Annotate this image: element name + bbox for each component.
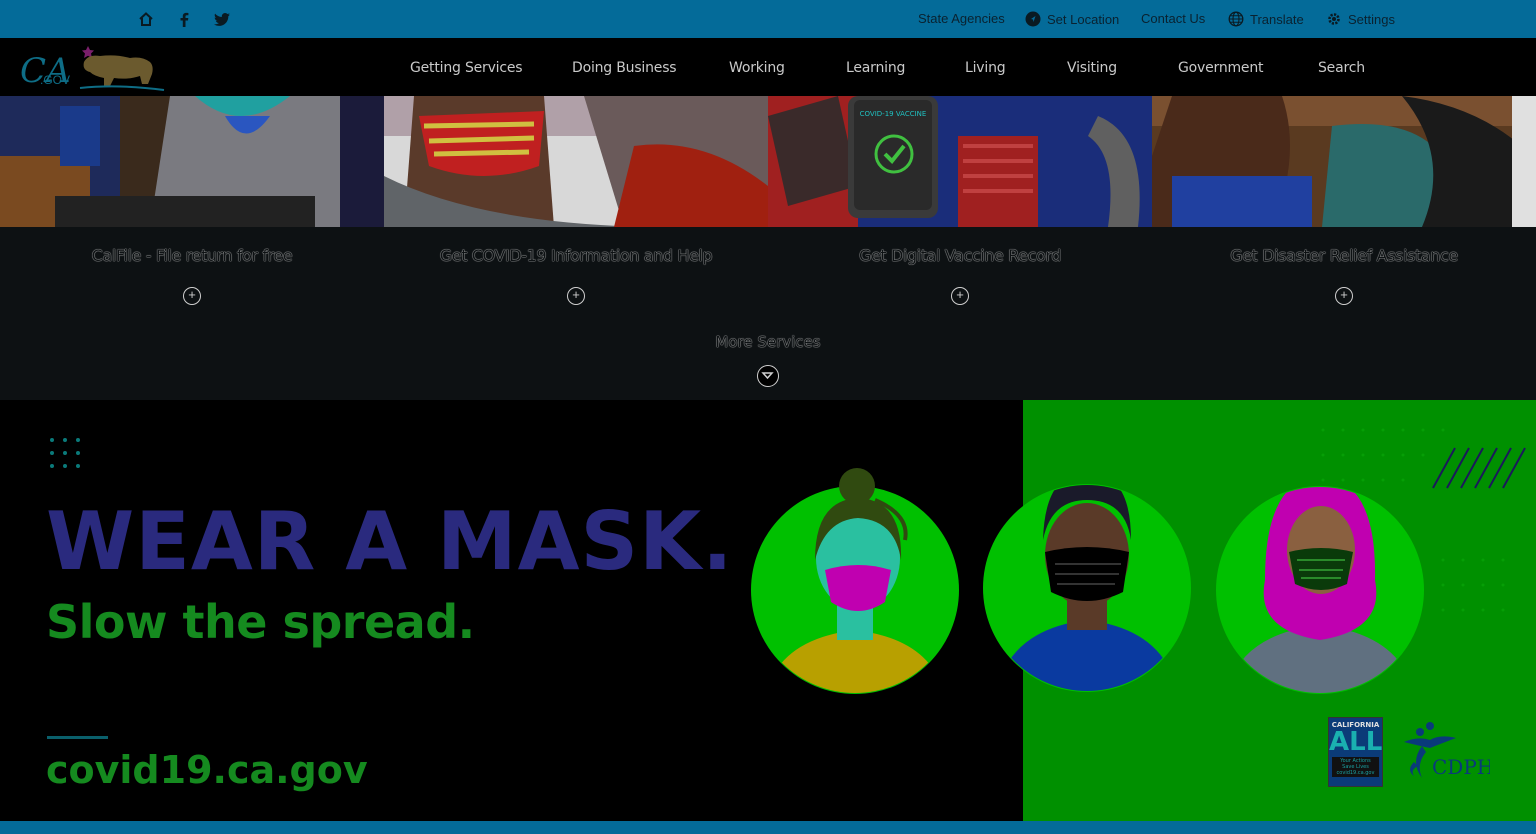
nav-doing-business[interactable]: Doing Business [572,60,677,76]
calfile-photo[interactable] [0,96,384,227]
location-icon [1025,11,1041,27]
phone-caption: COVID-19 VACCINE [860,110,927,118]
bottom-strip [0,821,1536,834]
set-location-label: Set Location [1047,11,1120,27]
banner-subhead: Slow the spread. [46,595,475,649]
cdph-logo[interactable]: CDPH [1400,718,1494,786]
nav-search[interactable]: Search [1318,60,1365,76]
expand-disaster-relief-icon[interactable]: + [1335,287,1353,305]
globe-icon [1228,11,1244,27]
dots-decoration [50,438,80,468]
utility-bar: State Agencies Set Location Contact Us T… [0,0,1536,38]
banner-divider [47,736,108,739]
nav-visiting[interactable]: Visiting [1067,60,1117,76]
masked-people-illustration [751,468,1424,694]
tile-title-vaccine-record[interactable]: Get Digital Vaccine Record [768,246,1152,265]
vaccine-record-photo[interactable]: COVID-19 VACCINE [768,96,1152,227]
more-services-label[interactable]: More Services [668,333,868,351]
state-agencies-label: State Agencies [918,11,1005,26]
facebook-icon[interactable] [176,11,192,27]
person-2-illustration [983,484,1191,692]
chevron-down-icon [761,372,774,380]
nav-getting-services[interactable]: Getting Services [410,60,523,76]
expand-calfile-icon[interactable]: + [183,287,201,305]
set-location-link[interactable]: Set Location [1025,11,1119,27]
nav-working[interactable]: Working [729,60,785,76]
settings-link[interactable]: Settings [1326,11,1395,27]
nav-living[interactable]: Living [965,60,1006,76]
banner-url[interactable]: covid19.ca.gov [46,748,368,792]
settings-label: Settings [1348,11,1395,27]
twitter-icon[interactable] [214,11,230,27]
badge-line-3: covid19.ca.gov [1336,770,1375,776]
person-1-illustration [751,468,959,694]
tile-title-disaster-relief[interactable]: Get Disaster Relief Assistance [1152,246,1536,265]
contact-us-label: Contact Us [1141,11,1206,26]
gear-icon [1326,11,1342,27]
banner-headline: WEAR A MASK. [46,495,734,588]
tile-title-covid-info[interactable]: Get COVID-19 Information and Help [384,246,768,265]
state-agencies-link[interactable]: State Agencies [918,11,1005,26]
california-all-badge[interactable]: CALIFORNIA ALL Your Actions Save Lives c… [1328,717,1383,787]
cdph-text: CDPH [1432,755,1490,779]
expand-vaccine-record-icon[interactable]: + [951,287,969,305]
ca-gov-logo[interactable]: CA .GOV [18,40,168,94]
more-services-button[interactable] [757,365,779,387]
home-icon[interactable] [138,11,154,27]
expand-covid-info-icon[interactable]: + [567,287,585,305]
diagonal-lines-decoration [1432,447,1526,489]
translate-link[interactable]: Translate [1228,11,1304,27]
nav-government[interactable]: Government [1178,60,1264,76]
tile-title-calfile[interactable]: CalFile - File return for free [0,246,384,265]
nav-learning[interactable]: Learning [846,60,905,76]
contact-us-link[interactable]: Contact Us [1141,11,1205,26]
translate-label: Translate [1250,11,1304,27]
badge-main-text: ALL [1329,727,1383,757]
disaster-relief-photo[interactable] [1152,96,1536,227]
person-3-illustration [1216,486,1424,694]
svg-text:.GOV: .GOV [40,73,70,87]
covid-info-photo[interactable] [384,96,768,227]
